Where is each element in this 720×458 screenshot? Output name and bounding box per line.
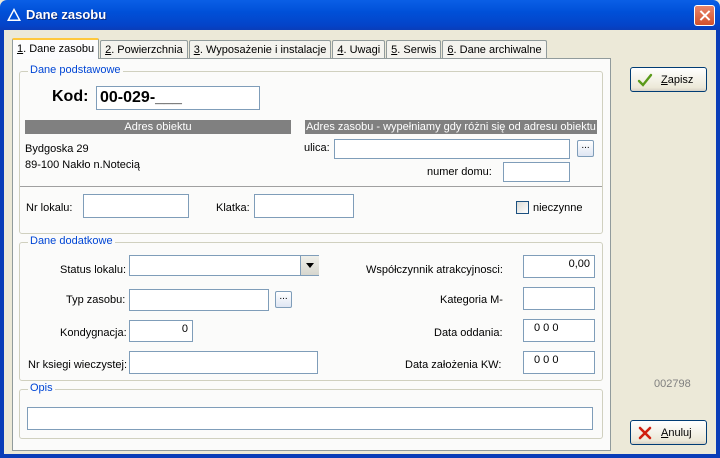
- land-register-label: Nr ksiegi wieczystej:: [28, 359, 128, 371]
- land-register-input[interactable]: [129, 351, 318, 374]
- resource-address-header: Adres zasobu - wypełniamy gdy różni się …: [305, 120, 597, 134]
- tab-dane-zasobu[interactable]: 1. Dane zasobu: [12, 38, 100, 59]
- tab-uwagi[interactable]: 4. Uwagi: [332, 40, 386, 59]
- close-x-icon: [638, 426, 652, 439]
- additional-data-group: Dane dodatkowe Status lokalu: Typ zasobu…: [19, 235, 603, 381]
- attractiveness-input[interactable]: 0,00: [523, 255, 595, 278]
- code-field[interactable]: 00-029-___: [96, 86, 260, 110]
- save-button-label: Zapisz: [661, 74, 693, 86]
- tab-label: . Wyposażenie i instalacje: [199, 44, 327, 56]
- tab-strip: 1. Dane zasobu 2. Powierzchnia 3. Wyposa…: [12, 38, 548, 59]
- street-label: ulica:: [304, 142, 330, 154]
- title-bar: Dane zasobu: [0, 0, 720, 30]
- tab-label: . Dane zasobu: [23, 43, 95, 55]
- window-frame-bottom: [0, 454, 720, 458]
- unit-number-label: Nr lokalu:: [26, 202, 73, 214]
- basic-separator: [20, 186, 602, 187]
- tab-label: . Uwagi: [343, 44, 381, 56]
- tab-label: . Serwis: [397, 44, 437, 56]
- window-frame-right: [716, 30, 720, 458]
- handover-date-label: Data oddania:: [434, 327, 503, 339]
- tab-label: . Dane archiwalne: [453, 44, 542, 56]
- description-input[interactable]: [27, 407, 593, 430]
- resource-type-input[interactable]: [129, 289, 269, 311]
- window-title: Dane zasobu: [26, 7, 107, 22]
- kw-date-label: Data założenia KW:: [405, 359, 502, 371]
- cancel-label-text: nuluj: [668, 426, 692, 439]
- save-label-text: apisz: [667, 73, 694, 86]
- tab-powierzchnia[interactable]: 2. Powierzchnia: [100, 40, 188, 59]
- house-number-input[interactable]: [503, 162, 570, 182]
- inactive-label: nieczynne: [533, 202, 583, 214]
- attractiveness-label: Współczynnik atrakcyjnosci:: [366, 264, 503, 276]
- window-frame-left: [0, 30, 4, 458]
- house-number-label: numer domu:: [427, 166, 492, 178]
- cancel-button[interactable]: Anuluj: [630, 420, 707, 445]
- category-label: Kategoria M-: [440, 294, 503, 306]
- floors-label: Kondygnacja:: [60, 327, 127, 339]
- basic-data-group: Dane podstawowe Kod: 00-029-___ Adres ob…: [19, 64, 603, 234]
- close-window-button[interactable]: [694, 5, 715, 26]
- description-group: Opis: [19, 382, 603, 439]
- additional-data-group-label: Dane dodatkowe: [28, 235, 115, 247]
- code-label: Kod:: [52, 88, 89, 105]
- category-input[interactable]: [523, 287, 595, 310]
- save-button[interactable]: Zapisz: [630, 67, 707, 92]
- staircase-input[interactable]: [254, 194, 354, 218]
- kw-date-input[interactable]: 0 0 0: [523, 351, 595, 374]
- unit-status-dropdown-icon[interactable]: [300, 256, 319, 275]
- checkmark-icon: [637, 73, 653, 87]
- cancel-button-label: Anuluj: [661, 427, 692, 439]
- object-address-line2: 89-100 Nakło n.Notecią: [25, 159, 140, 171]
- description-group-label: Opis: [28, 382, 55, 394]
- tab-panel: Dane podstawowe Kod: 00-029-___ Adres ob…: [12, 58, 611, 451]
- tab-dane-archiwalne[interactable]: 6. Dane archiwalne: [442, 40, 547, 59]
- basic-data-group-label: Dane podstawowe: [28, 64, 123, 76]
- resource-type-browse-button[interactable]: ...: [275, 291, 292, 308]
- inactive-checkbox[interactable]: [516, 201, 529, 214]
- staircase-label: Klatka:: [216, 202, 250, 214]
- street-browse-button[interactable]: ...: [577, 140, 594, 157]
- save-accel: Z: [661, 73, 668, 86]
- tab-serwis[interactable]: 5. Serwis: [386, 40, 442, 59]
- object-address-header: Adres obiektu: [25, 120, 291, 134]
- unit-status-select[interactable]: [129, 255, 319, 276]
- unit-status-label: Status lokalu:: [60, 264, 127, 276]
- tab-label: . Powierzchnia: [111, 44, 183, 56]
- app-triangle-icon: [7, 8, 21, 21]
- floors-input[interactable]: 0: [129, 320, 193, 342]
- street-input[interactable]: [334, 139, 570, 159]
- record-id: 002798: [654, 378, 691, 390]
- handover-date-input[interactable]: 0 0 0: [523, 319, 595, 342]
- resource-type-label: Typ zasobu:: [66, 294, 126, 306]
- unit-number-input[interactable]: [83, 194, 189, 218]
- tab-wyposazenie[interactable]: 3. Wyposażenie i instalacje: [188, 40, 332, 59]
- object-address-line1: Bydgoska 29: [25, 143, 89, 155]
